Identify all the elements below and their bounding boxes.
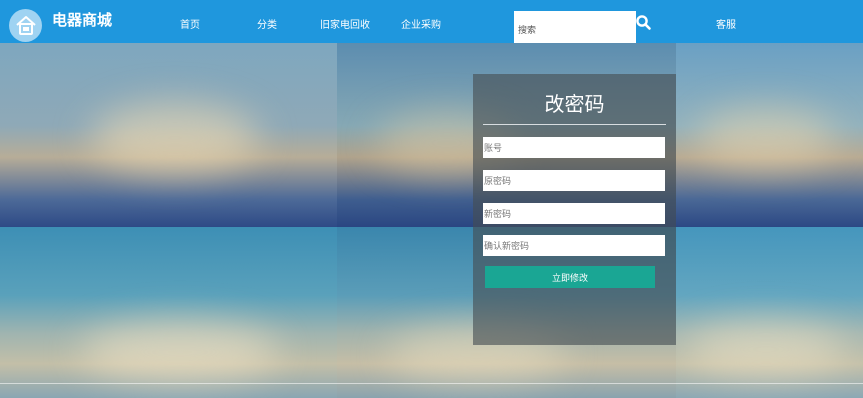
home-appliance-logo-icon[interactable]: [9, 9, 42, 42]
account-field[interactable]: [483, 137, 665, 158]
logo-house-icon: [15, 15, 36, 35]
background-tile: [0, 227, 337, 398]
top-navigation-bar: 电器商城 首页 分类 旧家电回收 企业采购 客服: [0, 0, 863, 43]
footer-divider: [0, 383, 863, 384]
background-image-grid: [0, 43, 863, 398]
old-password-field[interactable]: [483, 170, 665, 191]
site-name[interactable]: 电器商城: [52, 9, 112, 30]
background-tile: [0, 43, 337, 227]
background-tile: [676, 43, 863, 227]
background-tile: [676, 227, 863, 398]
customer-service-link[interactable]: 客服: [716, 16, 736, 31]
submit-change-button[interactable]: 立即修改: [485, 266, 655, 288]
new-password-field[interactable]: [483, 203, 665, 224]
search-input[interactable]: [514, 11, 636, 43]
search-button[interactable]: [635, 14, 653, 32]
confirm-password-field[interactable]: [483, 235, 665, 256]
panel-title: 改密码: [544, 92, 605, 116]
magnifier-search-icon: [636, 15, 651, 30]
nav-item-home[interactable]: 首页: [180, 16, 200, 31]
title-divider: [483, 124, 666, 125]
change-password-panel: 改密码 立即修改: [473, 74, 676, 345]
nav-item-enterprise-purchase[interactable]: 企业采购: [401, 16, 441, 31]
nav-item-appliance-recycling[interactable]: 旧家电回收: [320, 16, 370, 31]
nav-item-categories[interactable]: 分类: [257, 16, 277, 31]
